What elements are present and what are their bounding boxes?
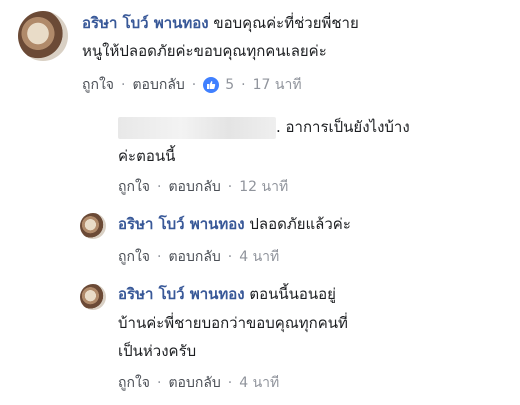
reply-link[interactable]: ตอบกลับ <box>168 246 220 268</box>
like-link[interactable]: ถูกใจ <box>118 176 150 198</box>
comment-timestamp[interactable]: 4 นาที <box>239 372 279 394</box>
comment-text-line: หนูให้ปลอดภัยค่ะขอบคุณทุกคนเลยค่ะ <box>82 42 327 60</box>
commenter-avatar[interactable] <box>80 284 106 310</box>
comment-text: . อาการเป็นยังไงบ้าง <box>276 118 410 136</box>
like-link[interactable]: ถูกใจ <box>118 372 150 394</box>
comment-actions: ถูกใจ · ตอบกลับ · 4 นาที <box>118 372 279 394</box>
comment-body: อริษา โบว์ พานทอง ตอนนี้นอนอยู่ <box>118 283 336 306</box>
like-link[interactable]: ถูกใจ <box>82 74 114 96</box>
like-thumb-icon[interactable] <box>203 77 220 93</box>
comment-actions: ถูกใจ · ตอบกลับ · 5 · 17 นาที <box>82 74 302 96</box>
reaction-count[interactable]: 5 <box>225 77 234 93</box>
comment-timestamp[interactable]: 17 นาที <box>253 74 302 96</box>
comment-actions: ถูกใจ · ตอบกลับ · 4 นาที <box>118 246 279 268</box>
obscured-author-name <box>118 117 276 139</box>
reply-link[interactable]: ตอบกลับ <box>168 372 220 394</box>
comment-text: ขอบคุณค่ะที่ช่วยพี่ชาย <box>208 14 359 32</box>
comment-body: อริษา โบว์ พานทอง ปลอดภัยแล้วค่ะ <box>118 213 351 236</box>
commenter-avatar[interactable] <box>18 11 68 61</box>
comment-actions: ถูกใจ · ตอบกลับ · 12 นาที <box>118 176 288 198</box>
like-link[interactable]: ถูกใจ <box>118 246 150 268</box>
reply-link[interactable]: ตอบกลับ <box>168 176 220 198</box>
comment-text: ตอนนี้นอนอยู่ <box>244 285 336 303</box>
commenter-name[interactable]: อริษา โบว์ พานทอง <box>118 285 245 303</box>
commenter-avatar[interactable] <box>80 213 106 239</box>
commenter-name[interactable]: อริษา โบว์ พานทอง <box>118 215 245 233</box>
reply-link[interactable]: ตอบกลับ <box>132 74 184 96</box>
comment-text-line: เป็นห่วงครับ <box>118 342 197 360</box>
comment-timestamp[interactable]: 4 นาที <box>239 246 279 268</box>
comment-body: อริษา โบว์ พานทอง ขอบคุณค่ะที่ช่วยพี่ชาย <box>82 12 359 35</box>
comment-text-line: ค่ะตอนนี้ <box>118 147 176 165</box>
comment-timestamp[interactable]: 12 นาที <box>239 176 288 198</box>
comment-text-line: บ้านค่ะพี่ชายบอกว่าขอบคุณทุกคนที่ <box>118 314 348 332</box>
commenter-name[interactable]: อริษา โบว์ พานทอง <box>82 14 209 32</box>
comment-text: ปลอดภัยแล้วค่ะ <box>244 215 351 233</box>
